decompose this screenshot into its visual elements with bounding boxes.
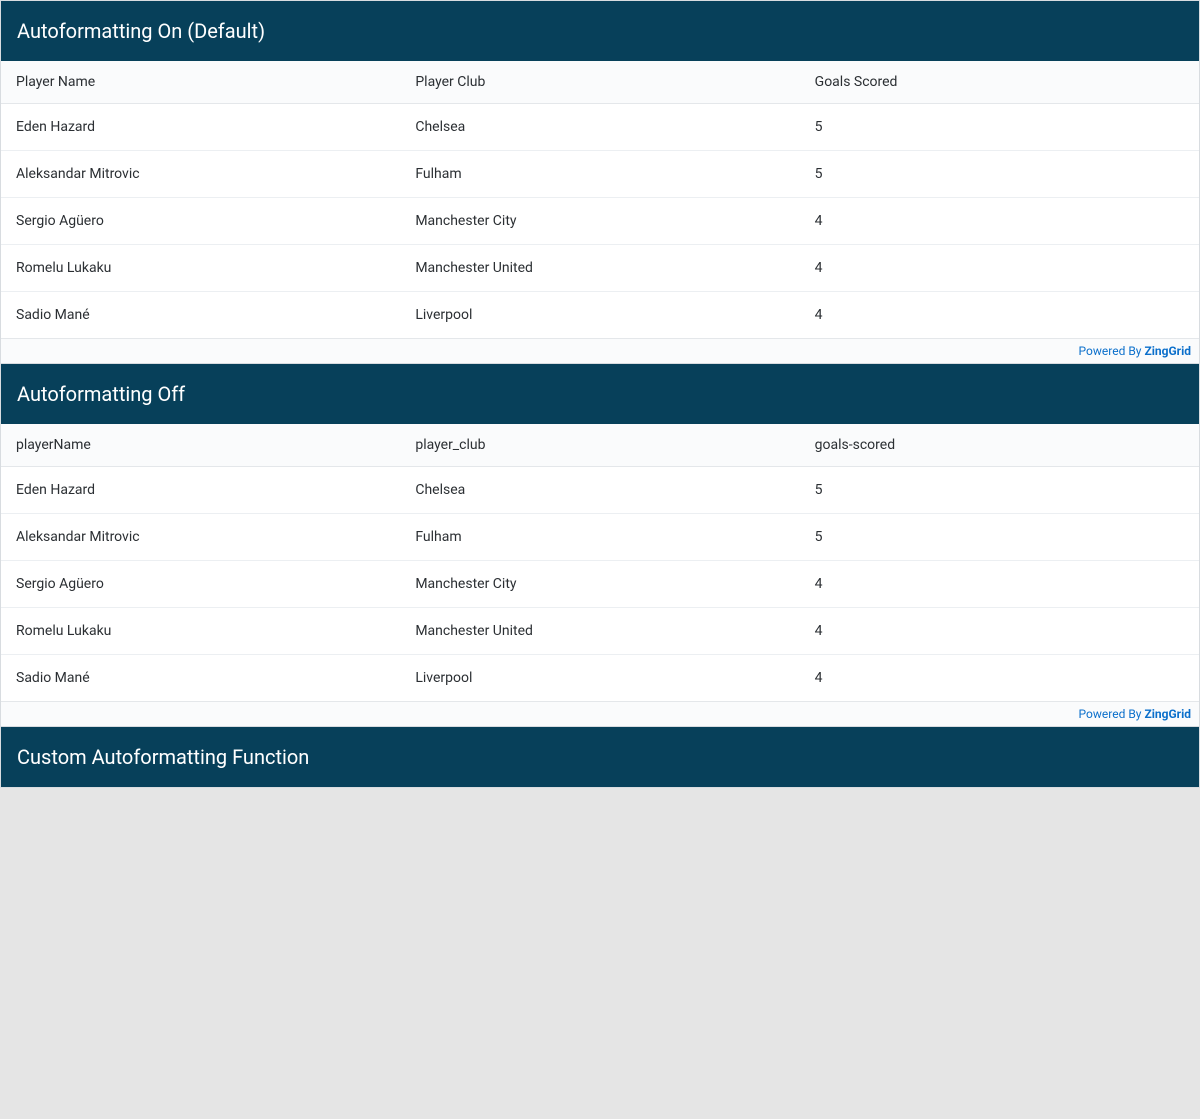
cell-player-club: Manchester United <box>400 608 799 654</box>
grid-body: Eden Hazard Chelsea 5 Aleksandar Mitrovi… <box>1 104 1199 338</box>
table-row[interactable]: Romelu Lukaku Manchester United 4 <box>1 608 1199 655</box>
table-row[interactable]: Sadio Mané Liverpool 4 <box>1 292 1199 338</box>
table-row[interactable]: Sergio Agüero Manchester City 4 <box>1 561 1199 608</box>
cell-player-club: Manchester United <box>400 245 799 291</box>
cell-goals-scored: 4 <box>800 655 1199 701</box>
cell-player-club: Manchester City <box>400 561 799 607</box>
cell-player-club: Manchester City <box>400 198 799 244</box>
grid-autoformatting-off: Autoformatting Off playerName player_clu… <box>0 364 1200 727</box>
cell-goals-scored: 5 <box>800 151 1199 197</box>
cell-goals-scored: 4 <box>800 292 1199 338</box>
grid-footer: Powered By ZingGrid <box>1 701 1199 726</box>
cell-player-name: Romelu Lukaku <box>1 245 400 291</box>
cell-goals-scored: 5 <box>800 467 1199 513</box>
grid-body: Eden Hazard Chelsea 5 Aleksandar Mitrovi… <box>1 467 1199 701</box>
powered-by-link[interactable]: Powered By ZingGrid <box>1079 344 1191 358</box>
grid-header-row: Player Name Player Club Goals Scored <box>1 61 1199 104</box>
cell-player-name: Sadio Mané <box>1 292 400 338</box>
column-header-player-name[interactable]: Player Name <box>1 61 400 103</box>
grid-custom-autoformatting-caption: Custom Autoformatting Function <box>0 727 1200 788</box>
cell-goals-scored: 5 <box>800 514 1199 560</box>
grid-caption: Autoformatting On (Default) <box>1 1 1199 61</box>
table-row[interactable]: Aleksandar Mitrovic Fulham 5 <box>1 151 1199 198</box>
cell-player-name: Eden Hazard <box>1 467 400 513</box>
table-row[interactable]: Eden Hazard Chelsea 5 <box>1 467 1199 514</box>
cell-player-name: Sergio Agüero <box>1 198 400 244</box>
table-row[interactable]: Eden Hazard Chelsea 5 <box>1 104 1199 151</box>
powered-by-link[interactable]: Powered By ZingGrid <box>1079 707 1191 721</box>
cell-goals-scored: 4 <box>800 561 1199 607</box>
cell-player-name: Aleksandar Mitrovic <box>1 514 400 560</box>
cell-player-club: Fulham <box>400 151 799 197</box>
column-header-goals-scored[interactable]: Goals Scored <box>800 61 1199 103</box>
column-header-playername[interactable]: playerName <box>1 424 400 466</box>
cell-goals-scored: 5 <box>800 104 1199 150</box>
column-header-goals-scored[interactable]: goals-scored <box>800 424 1199 466</box>
grid-caption: Autoformatting Off <box>1 364 1199 424</box>
column-header-player-club[interactable]: Player Club <box>400 61 799 103</box>
table-row[interactable]: Aleksandar Mitrovic Fulham 5 <box>1 514 1199 561</box>
cell-goals-scored: 4 <box>800 245 1199 291</box>
cell-player-name: Sadio Mané <box>1 655 400 701</box>
cell-player-name: Sergio Agüero <box>1 561 400 607</box>
cell-player-club: Liverpool <box>400 292 799 338</box>
cell-player-name: Aleksandar Mitrovic <box>1 151 400 197</box>
cell-player-club: Fulham <box>400 514 799 560</box>
cell-player-club: Liverpool <box>400 655 799 701</box>
table-row[interactable]: Romelu Lukaku Manchester United 4 <box>1 245 1199 292</box>
grid-footer: Powered By ZingGrid <box>1 338 1199 363</box>
table-row[interactable]: Sergio Agüero Manchester City 4 <box>1 198 1199 245</box>
cell-player-name: Eden Hazard <box>1 104 400 150</box>
table-row[interactable]: Sadio Mané Liverpool 4 <box>1 655 1199 701</box>
cell-player-club: Chelsea <box>400 104 799 150</box>
cell-goals-scored: 4 <box>800 198 1199 244</box>
grid-header-row: playerName player_club goals-scored <box>1 424 1199 467</box>
column-header-player-club[interactable]: player_club <box>400 424 799 466</box>
grid-autoformatting-on: Autoformatting On (Default) Player Name … <box>0 0 1200 364</box>
cell-player-club: Chelsea <box>400 467 799 513</box>
cell-player-name: Romelu Lukaku <box>1 608 400 654</box>
cell-goals-scored: 4 <box>800 608 1199 654</box>
